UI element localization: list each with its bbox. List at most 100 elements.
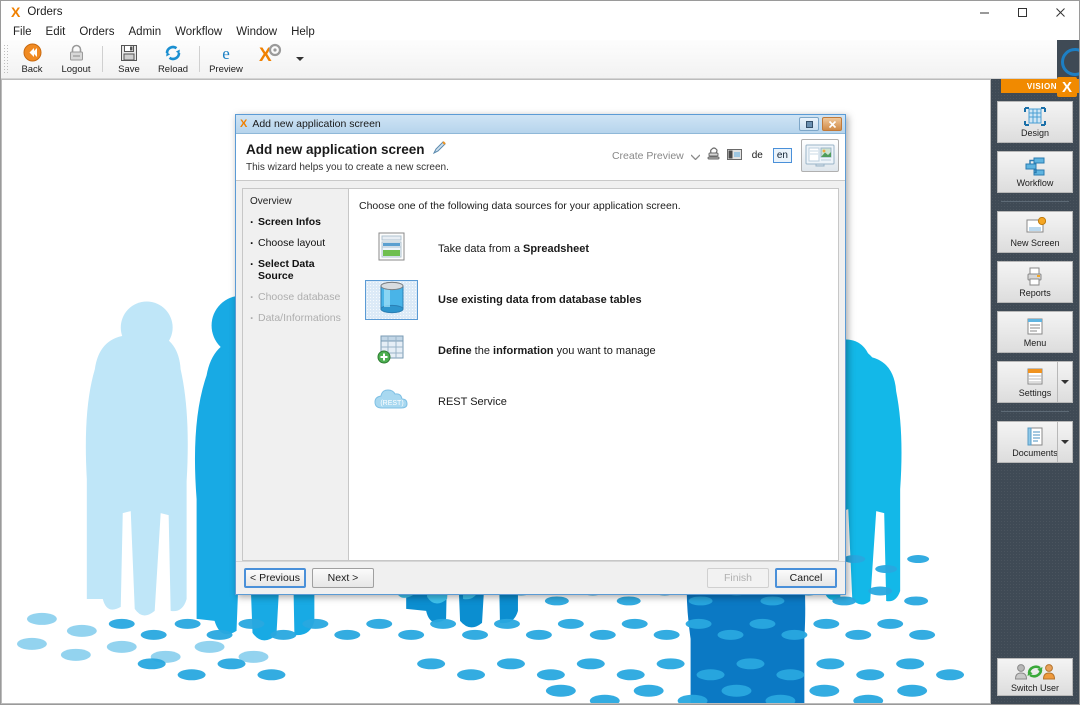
wizard-step-screen-infos[interactable]: Screen Infos [250, 215, 348, 229]
toolbar-button-reload[interactable]: Reload [151, 41, 195, 78]
database-cylinder-icon [377, 281, 407, 320]
stamp-icon[interactable] [707, 146, 720, 165]
sidebar-divider [1001, 411, 1069, 412]
option-label-define-information: Define the information you want to manag… [438, 345, 656, 357]
option-rest-service[interactable]: (REST) REST Service [359, 379, 838, 425]
vision-banner-label: VISION [1026, 81, 1057, 91]
toolbar-overflow-button[interactable] [292, 41, 308, 78]
wizard-step-choose-layout[interactable]: Choose layout [250, 236, 348, 250]
content-intro-text: Choose one of the following data sources… [359, 200, 681, 212]
data-source-option-list: Take data from a Spreadsheet Use existin… [359, 226, 838, 425]
toolbar-button-preview[interactable]: e Preview [204, 41, 248, 78]
spreadsheet-icon-box [365, 229, 418, 269]
toolbar-button-logout[interactable]: Logout [54, 41, 98, 78]
next-button[interactable]: Next > [312, 568, 374, 588]
back-arrow-icon [23, 43, 42, 63]
sidebar-label-documents: Documents [1012, 447, 1058, 458]
menu-admin[interactable]: Admin [122, 25, 169, 39]
dialog-title: Add new application screen [252, 118, 381, 130]
toolbar-edge-partial-icon [1057, 40, 1079, 79]
menu-orders[interactable]: Orders [72, 25, 121, 39]
toolbar-button-back[interactable]: Back [10, 41, 54, 78]
menu-help[interactable]: Help [284, 25, 322, 39]
refresh-arrows-icon [164, 43, 182, 63]
spreadsheet-icon [375, 230, 409, 269]
sidebar-item-design[interactable]: Design [997, 101, 1073, 143]
toolbar-button-vision[interactable]: X [248, 41, 292, 78]
window-controls [965, 1, 1079, 23]
sidebar-item-new-screen[interactable]: New Screen [997, 211, 1073, 253]
dialog-header: Add new application screen This wizard h… [236, 134, 845, 181]
window-title: Orders [27, 5, 63, 18]
switch-user-button[interactable]: Switch User [997, 658, 1073, 696]
dialog-restore-icon[interactable] [799, 117, 819, 131]
rest-cloud-icon: (REST) [372, 386, 412, 419]
settings-table-icon [1024, 367, 1046, 387]
option-label-spreadsheet: Take data from a Spreadsheet [438, 243, 590, 255]
toolbar-label-save: Save [118, 63, 140, 75]
option-spreadsheet[interactable]: Take data from a Spreadsheet [359, 226, 838, 272]
wizard-content-pane: Choose one of the following data sources… [348, 188, 839, 561]
screen-preview-thumbnail-icon[interactable] [801, 139, 839, 172]
application-window: X Orders File Edit Orders Admin Workflow… [0, 0, 1080, 705]
option-database-tables[interactable]: Use existing data from database tables [359, 277, 838, 323]
vision-banner: VISION X [1001, 77, 1079, 97]
toolbar-separator [199, 46, 200, 72]
svg-text:e: e [222, 44, 230, 62]
app-logo-icon: X [11, 3, 21, 20]
menu-edit[interactable]: Edit [39, 25, 73, 39]
settings-dropdown-button[interactable] [1057, 362, 1072, 402]
toolbar-separator [102, 46, 103, 72]
vision-x-gear-icon: X [257, 43, 283, 65]
dialog-logo-icon: X [240, 118, 248, 130]
define-information-icon-box [365, 331, 418, 371]
chevron-down-icon[interactable] [690, 147, 701, 165]
close-icon[interactable] [1041, 1, 1079, 23]
wizard-nav-title: Overview [250, 196, 292, 207]
floppy-disk-icon [120, 43, 138, 63]
sidebar-item-documents[interactable]: Documents [997, 421, 1073, 463]
sidebar-divider [1001, 201, 1069, 202]
menu-window[interactable]: Window [229, 25, 284, 39]
language-de-button[interactable]: de [749, 149, 766, 162]
pencil-edit-icon[interactable] [432, 140, 447, 158]
sidebar-item-workflow[interactable]: Workflow [997, 151, 1073, 193]
sidebar-item-menu[interactable]: Menu [997, 311, 1073, 353]
sidebar-item-settings[interactable]: Settings [997, 361, 1073, 403]
previous-button[interactable]: < Previous [244, 568, 306, 588]
sidebar-label-design: Design [1020, 127, 1049, 138]
sidebar-item-reports[interactable]: Reports [997, 261, 1073, 303]
toolbar-label-reload: Reload [157, 63, 189, 75]
maximize-icon[interactable] [1003, 1, 1041, 23]
create-preview-button[interactable]: Create Preview [612, 150, 684, 162]
toolbar-drag-handle[interactable] [3, 44, 10, 74]
dialog-heading: Add new application screen [246, 141, 425, 157]
minimize-icon[interactable] [965, 1, 1003, 23]
option-label-rest-service: REST Service [438, 396, 507, 408]
dialog-window-controls [796, 117, 845, 131]
new-screen-icon [1024, 217, 1046, 237]
wizard-step-select-data-source[interactable]: Select Data Source [250, 257, 348, 282]
toolbar-label-logout: Logout [61, 63, 91, 75]
option-label-database-tables: Use existing data from database tables [438, 294, 642, 306]
toolbar-button-save[interactable]: Save [107, 41, 151, 78]
dialog-footer: < Previous Next > Finish Cancel [236, 561, 845, 594]
menu-file[interactable]: File [6, 25, 39, 39]
language-en-button[interactable]: en [772, 148, 792, 163]
id-card-icon[interactable] [726, 147, 742, 165]
menu-workflow[interactable]: Workflow [168, 25, 229, 39]
window-titlebar: X Orders [1, 1, 1079, 23]
chevron-down-icon [1061, 440, 1069, 444]
dialog-close-icon[interactable] [822, 117, 842, 131]
wizard-step-navigation: Overview Screen Infos Choose layout Sele… [242, 188, 348, 561]
documents-dropdown-button[interactable] [1057, 422, 1072, 462]
chevron-down-icon [296, 57, 304, 61]
option-define-information[interactable]: Define the information you want to manag… [359, 328, 838, 374]
dialog-titlebar[interactable]: X Add new application screen [236, 115, 845, 134]
sidebar-label-new-screen: New Screen [1010, 237, 1060, 248]
cancel-button[interactable]: Cancel [775, 568, 837, 588]
dialog-header-tools: Create Preview de en [612, 139, 839, 172]
vision-logo-icon: X [1057, 77, 1077, 97]
menu-list-icon [1024, 317, 1046, 337]
switch-user-label: Switch User [1010, 682, 1059, 693]
